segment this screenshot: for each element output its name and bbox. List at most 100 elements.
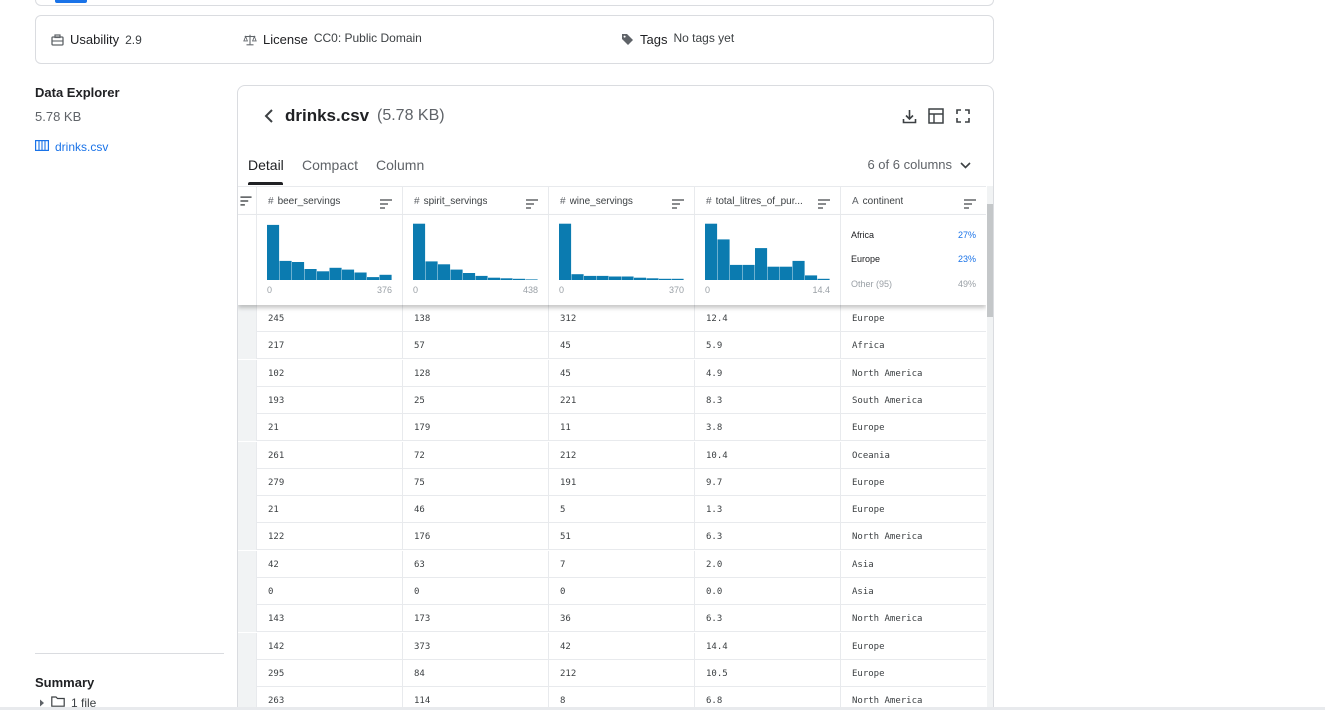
table-cell: 5	[549, 496, 695, 524]
table-row[interactable]: 279 75 191 9.7 Europe	[238, 468, 986, 496]
table-cell-partial	[238, 414, 257, 442]
sort-icon[interactable]	[526, 196, 538, 209]
histogram-bar	[500, 278, 513, 280]
fullscreen-icon[interactable]	[954, 107, 972, 125]
histogram-min-label: 0	[267, 285, 273, 295]
table-row[interactable]: 217 57 45 5.9 Africa	[238, 332, 986, 360]
sort-icon[interactable]	[672, 196, 684, 209]
table-cell-partial	[238, 468, 257, 496]
scale-icon	[243, 33, 257, 47]
column-summary-row: 0 376 0 438 0 370 0 14.4 Africa 27% Europe 23% Other…	[238, 215, 986, 305]
table-row[interactable]: 193 25 221 8.3 South America	[238, 386, 986, 414]
category-label: Africa	[851, 230, 875, 240]
chevron-left-icon[interactable]	[260, 106, 278, 126]
sort-icon[interactable]	[818, 196, 830, 209]
table-cell: South America	[841, 387, 986, 414]
sort-icon[interactable]	[380, 196, 392, 209]
table-row[interactable]: 21 179 11 3.8 Europe	[238, 414, 986, 442]
table-cell: 46	[403, 496, 549, 524]
license-item: License CC0: Public Domain	[243, 16, 422, 63]
category-summary-item: Other (95) 49%	[851, 279, 976, 289]
histogram-bar	[475, 275, 488, 280]
category-percent: 49%	[957, 279, 976, 289]
tab-detail[interactable]: Detail	[248, 157, 284, 173]
histogram-bar	[634, 277, 647, 280]
histogram-bar	[780, 266, 793, 280]
histogram	[559, 223, 684, 280]
table-cell: 142	[257, 632, 403, 660]
data-explorer-size: 5.78 KB	[35, 109, 82, 124]
table-row[interactable]: 143 173 36 6.3 North America	[238, 605, 986, 633]
column-name: beer_servings	[277, 195, 341, 207]
histogram-bar	[584, 275, 597, 280]
table-row[interactable]: 245 138 312 12.4 Europe	[238, 305, 986, 332]
table-cell: 5.9	[695, 332, 841, 360]
histogram-max-label: 14.4	[812, 285, 830, 295]
category-summary-item: Europe 23%	[851, 254, 976, 264]
table-row[interactable]: 102 128 45 4.9 North America	[238, 359, 986, 387]
table-row[interactable]: 0 0 0 0.0 Asia	[238, 578, 986, 605]
grid-icon[interactable]	[927, 107, 945, 125]
histogram-bar	[767, 266, 780, 280]
histogram-bar	[317, 271, 330, 280]
chevron-down-icon	[960, 157, 971, 172]
table-row[interactable]: 142 373 42 14.4 Europe	[238, 632, 986, 660]
sort-icon[interactable]	[964, 196, 976, 209]
table-row[interactable]: 21 46 5 1.3 Europe	[238, 496, 986, 524]
histogram-bar	[267, 224, 280, 280]
license-value[interactable]: CC0: Public Domain	[314, 31, 422, 45]
category-label: Other (95)	[851, 279, 893, 289]
histogram-bar	[571, 274, 584, 280]
tab-compact[interactable]: Compact	[302, 157, 358, 173]
table-cell: 373	[403, 632, 549, 660]
column-header-0[interactable]: # beer_servings	[257, 187, 403, 215]
column-header-2[interactable]: # wine_servings	[549, 187, 695, 215]
table-row[interactable]: 261 72 212 10.4 Oceania	[238, 441, 986, 469]
histogram-bar	[817, 278, 830, 280]
category-percent: 23%	[957, 254, 976, 264]
table-cell-partial	[238, 632, 257, 660]
table-cell: Europe	[841, 469, 986, 496]
histogram-bar	[671, 278, 684, 280]
table-scrollbar[interactable]	[987, 186, 993, 710]
top-card-frame	[35, 0, 994, 6]
table-row[interactable]: 295 84 212 10.5 Europe	[238, 659, 986, 687]
column-name: continent	[862, 195, 904, 207]
table-cell-partial	[238, 441, 257, 469]
histogram-bar	[805, 275, 818, 280]
table-cell: 0	[257, 578, 403, 605]
table-cell: 221	[549, 386, 695, 414]
file-link-drinks-csv[interactable]: drinks.csv	[35, 140, 108, 154]
table-cell: 14.4	[695, 632, 841, 660]
table-cell: 6.3	[695, 523, 841, 551]
column-header-4[interactable]: Acontinent	[841, 187, 986, 215]
table-row[interactable]: 122 176 51 6.3 North America	[238, 523, 986, 551]
histogram	[705, 223, 830, 280]
column-header-1[interactable]: # spirit_servings	[403, 187, 549, 215]
table-cell: 21	[257, 414, 403, 442]
table-cell: 9.7	[695, 468, 841, 496]
tab-column[interactable]: Column	[376, 157, 424, 173]
download-icon[interactable]	[900, 107, 918, 125]
table-cell: 138	[403, 305, 549, 332]
scrollbar-thumb[interactable]	[987, 204, 993, 317]
table-cell-partial	[238, 496, 257, 524]
table-cell: Europe	[841, 305, 986, 332]
histogram-bar	[379, 274, 392, 280]
histogram-bar	[304, 269, 317, 280]
column-header-partial[interactable]	[238, 187, 257, 215]
left-divider	[35, 653, 224, 654]
sort-icon[interactable]	[240, 196, 252, 206]
table-cell: 42	[257, 550, 403, 578]
column-summary-4: Africa 27% Europe 23% Other (95) 49%	[841, 215, 986, 305]
table-cell: 25	[403, 386, 549, 414]
license-label: License	[263, 32, 308, 47]
table-cell: 4.9	[695, 359, 841, 387]
table-row[interactable]: 42 63 7 2.0 Asia	[238, 550, 986, 578]
histogram-bar	[342, 269, 355, 280]
column-header-3[interactable]: # total_litres_of_pur...	[695, 187, 841, 215]
table-icon	[35, 140, 50, 154]
viewer-header: drinks.csv (5.78 KB)	[238, 86, 993, 146]
column-count-dropdown[interactable]: 6 of 6 columns	[867, 157, 971, 172]
histogram-bar	[609, 276, 622, 280]
